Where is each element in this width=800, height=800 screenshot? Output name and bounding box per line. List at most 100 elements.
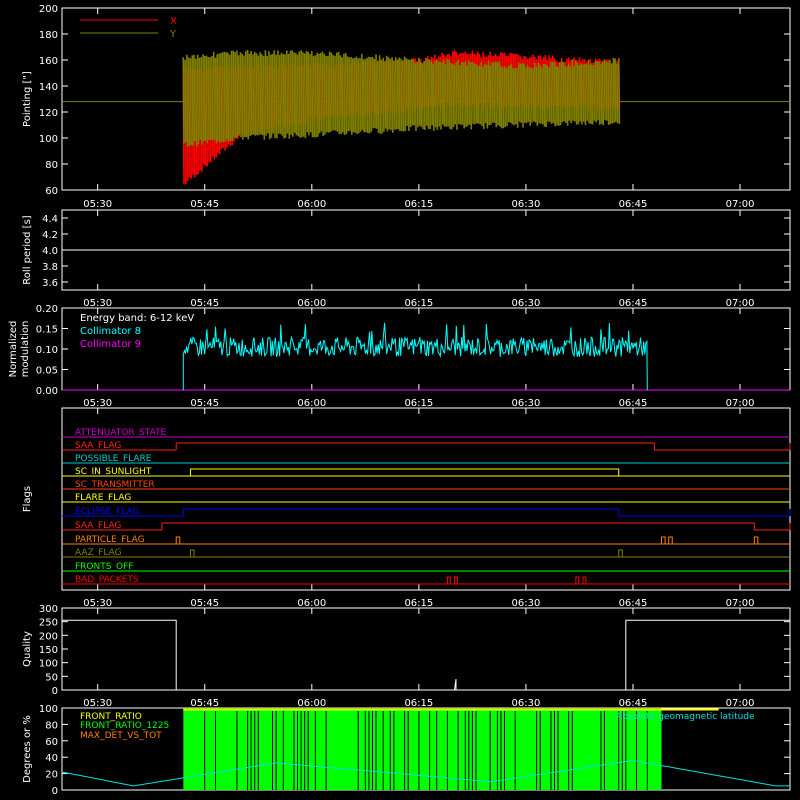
hessi-summary-chart: 05:30 05:45 06:00 06:15 06:30 06:45 07:00 60 80 1… — [8, 4, 791, 797]
flag-step-8 — [661, 536, 666, 544]
flag-step-11 — [575, 576, 580, 584]
x-tick-label: 06:00 — [297, 698, 326, 709]
flag-label-9: AAZ_FLAG — [75, 548, 122, 558]
y-tick-label: 3.8 — [42, 262, 58, 273]
y-tick-label: 3.6 — [42, 278, 58, 289]
flag-step-8 — [753, 536, 759, 544]
x-tick-label: 06:15 — [404, 598, 433, 609]
x-tick-label: 05:30 — [83, 199, 112, 210]
legend-collimator-8: Collimator 8 — [80, 326, 141, 337]
x-tick-label: 06:15 — [404, 698, 433, 709]
x-tick-label: 05:45 — [190, 398, 219, 409]
y-tick-label: 20 — [45, 770, 58, 781]
flag-label-2: POSSIBLE_FLARE — [75, 454, 152, 464]
flag-label-0: ATTENUATOR_STATE — [75, 428, 167, 438]
x-tick-label: 06:45 — [619, 298, 648, 309]
collimator-8-line — [182, 322, 648, 391]
y-tick-label: 0 — [52, 786, 58, 797]
energy-band-annotation: Energy band: 6-12 keV — [80, 313, 194, 324]
y-axis-label-line2: modulation — [20, 321, 31, 378]
flag-step-11 — [582, 576, 587, 584]
y-tick-label: 0 — [52, 686, 58, 697]
y-tick-label: 200 — [39, 4, 58, 15]
x-tick-label: 07:00 — [726, 199, 755, 210]
y-tick-label: 180 — [39, 30, 58, 41]
x-tick-label: 05:45 — [190, 298, 219, 309]
x-tick-label: 06:30 — [512, 398, 541, 409]
x-tick-label: 06:45 — [619, 199, 648, 210]
x-tick-label: 05:45 — [190, 598, 219, 609]
legend-label-Y: Y — [169, 29, 177, 40]
x-tick-label: 06:45 — [619, 598, 648, 609]
flag-label-6: ECLIPSE_FLAG — [75, 507, 139, 517]
flag-label-5: FLARE_FLAG — [75, 493, 131, 503]
legend-max-det: MAX_DET_VS_TOT — [80, 731, 162, 741]
x-tick-label: 06:15 — [404, 298, 433, 309]
y-axis-label-line1: Normalized — [8, 321, 19, 378]
y-axis-label: Quality — [22, 631, 33, 667]
x-tick-label: 05:30 — [83, 698, 112, 709]
y-tick-label: 60 — [45, 186, 58, 197]
y-tick-label: 80 — [45, 720, 58, 731]
y-tick-label: 4.4 — [42, 214, 58, 225]
y-axis-label: Pointing ["] — [22, 71, 33, 127]
legend-geomagnetic-latitude: Absolute geomagnetic latitude — [616, 712, 755, 722]
y-tick-label: 60 — [45, 737, 58, 748]
y-tick-label: 80 — [45, 160, 58, 171]
x-tick-label: 05:45 — [190, 698, 219, 709]
flag-label-10: FRONTS_OFF — [75, 562, 133, 572]
flag-step-11 — [446, 576, 451, 584]
x-tick-label: 07:00 — [726, 398, 755, 409]
y-tick-label: 0.00 — [36, 386, 58, 397]
x-tick-label: 06:00 — [297, 398, 326, 409]
y-tick-label: 150 — [39, 645, 58, 656]
flag-label-11: BAD_PACKETS — [75, 575, 139, 585]
flag-step-8 — [175, 536, 181, 544]
x-tick-label: 06:45 — [619, 398, 648, 409]
x-tick-label: 07:00 — [726, 298, 755, 309]
y-tick-label: 100 — [39, 134, 58, 145]
x-tick-label: 06:30 — [512, 298, 541, 309]
flag-label-1: SAA_FLAG — [75, 441, 121, 451]
flag-step-8 — [668, 536, 673, 544]
x-tick-label: 06:15 — [404, 398, 433, 409]
x-tick-label: 06:00 — [297, 199, 326, 210]
flag-step-9 — [189, 549, 195, 557]
y-tick-label: 140 — [39, 82, 58, 93]
y-tick-label: 300 — [39, 604, 58, 615]
y-tick-label: 0.05 — [36, 366, 58, 377]
legend-front-ratio-1225: FRONT_RATIO_1225 — [80, 721, 169, 731]
y-axis-label: Roll period [s] — [22, 215, 33, 284]
x-tick-label: 06:00 — [297, 298, 326, 309]
y-axis-label: Degrees or % — [22, 715, 33, 783]
y-tick-label: 0.10 — [36, 345, 58, 356]
x-tick-label: 06:30 — [512, 698, 541, 709]
y-tick-label: 160 — [39, 56, 58, 67]
legend-label-X: X — [170, 16, 177, 27]
y-tick-label: 200 — [39, 631, 58, 642]
y-tick-label: 4.0 — [42, 246, 58, 257]
flag-step-3 — [189, 468, 620, 476]
x-tick-label: 05:30 — [83, 598, 112, 609]
y-tick-label: 100 — [39, 704, 58, 715]
x-tick-label: 07:00 — [726, 698, 755, 709]
y-tick-label: 40 — [45, 753, 58, 764]
y-tick-label: 120 — [39, 108, 58, 119]
y-axis-label: Flags — [22, 486, 33, 512]
x-tick-label: 05:30 — [83, 298, 112, 309]
x-tick-label: 05:45 — [190, 199, 219, 210]
x-tick-label: 07:00 — [726, 598, 755, 609]
y-tick-label: 250 — [39, 618, 58, 629]
flag-label-7: SAA_FLAG — [75, 521, 121, 531]
flag-step-11 — [454, 576, 458, 584]
y-tick-label: 4.2 — [42, 230, 58, 241]
flag-label-4: SC_TRANSMITTER — [75, 480, 155, 490]
legend-collimator-9: Collimator 9 — [80, 339, 141, 350]
flag-label-3: SC_IN_SUNLIGHT — [75, 467, 152, 477]
flag-step-9 — [618, 549, 623, 557]
x-tick-label: 06:45 — [619, 698, 648, 709]
panel-frame-3 — [61, 407, 791, 591]
y-tick-label: 50 — [45, 672, 58, 683]
quality-line — [62, 619, 790, 691]
flag-label-8: PARTICLE_FLAG — [75, 535, 145, 545]
